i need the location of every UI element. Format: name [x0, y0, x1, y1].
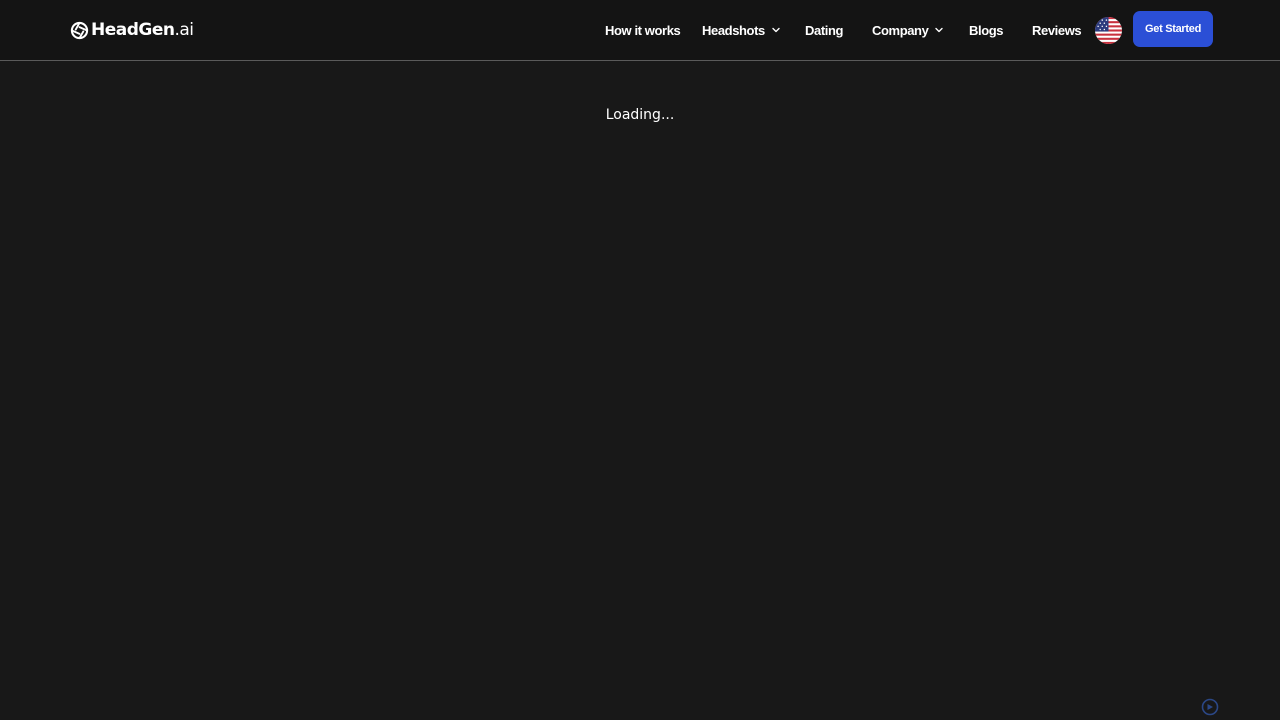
nav-company-label: Company: [872, 22, 929, 38]
get-started-button[interactable]: Get Started: [1133, 11, 1213, 47]
chat-widget-button[interactable]: [1201, 698, 1219, 716]
aperture-icon: [70, 21, 89, 39]
language-selector[interactable]: [1095, 17, 1122, 44]
chevron-down-icon: [772, 27, 780, 33]
us-flag-icon: [1095, 17, 1122, 44]
nav-headshots[interactable]: Headshots: [702, 21, 781, 39]
nav-blogs[interactable]: Blogs: [969, 21, 1004, 39]
nav-how-it-works[interactable]: How it works: [605, 21, 681, 39]
nav-reviews[interactable]: Reviews: [1032, 21, 1082, 39]
chat-widget-icon: [1201, 698, 1219, 716]
nav-dating-label: Dating: [805, 22, 844, 38]
chevron-down-icon: [935, 27, 944, 33]
nav-company[interactable]: Company: [872, 21, 944, 39]
nav-headshots-label: Headshots: [702, 22, 765, 38]
loading-indicator: Loading...: [605, 107, 675, 123]
nav-blogs-label: Blogs: [969, 22, 1004, 38]
top-navbar: HeadGen .ai How it works Headshots Dating…: [0, 0, 1280, 61]
nav-reviews-label: Reviews: [1032, 22, 1082, 38]
brand-name: HeadGen: [91, 20, 175, 40]
headgen-logo[interactable]: HeadGen .ai: [70, 19, 194, 41]
brand-suffix: .ai: [174, 20, 194, 40]
nav-dating[interactable]: Dating: [805, 21, 843, 39]
get-started-label: Get Started: [1145, 23, 1201, 35]
nav-how-it-works-label: How it works: [605, 22, 681, 38]
